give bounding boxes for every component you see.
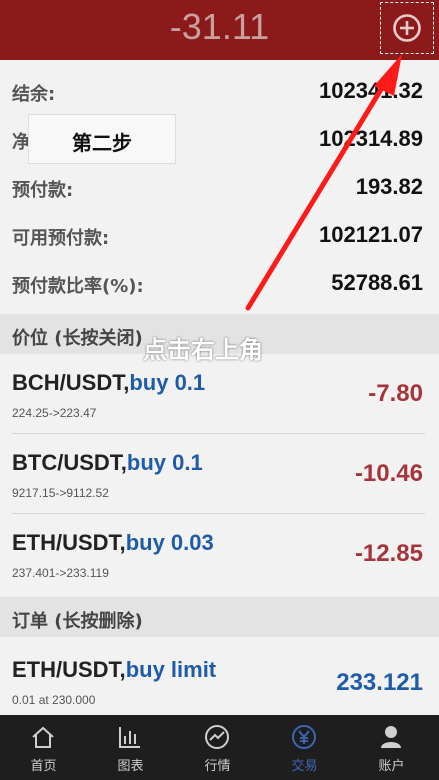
home-icon [29,723,57,751]
orders-section-header: 订单 (长按删除) [0,597,439,637]
header-bar: -31.11 [0,0,439,60]
orders-list: ETH/USDT,buy limit 0.01 at 230.000 233.1… [0,637,439,715]
position-pnl: -7.80 [368,380,423,407]
nav-item-chart[interactable]: 图表 [87,715,174,780]
position-pnl: -10.46 [354,460,423,487]
account-summary: 结余: 102341.32 净值: 102314.89 预付款: 193.82 … [0,60,439,314]
nav-label-account: 账户 [378,759,405,774]
order-item[interactable]: ETH/USDT,buy limit 0.01 at 230.000 233.1… [0,637,439,715]
yen-icon [290,723,318,751]
margin-value: 193.82 [355,174,423,199]
order-detail: 0.01 at 230.000 [12,693,96,707]
position-price-change: 224.25->223.47 [12,406,97,420]
floating-pnl-value: -31.11 [169,6,270,47]
margin-level-row: 预付款比率(%): 52788.61 [0,258,439,306]
balance-row: 结余: 102341.32 [0,66,439,114]
order-symbol: ETH/USDT, [12,657,126,682]
nav-label-trade: 交易 [291,759,318,774]
nav-item-account[interactable]: 账户 [348,715,435,780]
position-price-change: 9217.15->9112.52 [12,486,109,500]
step-annotation-box: 第二步 [28,114,176,164]
position-side: buy 0.1 [129,370,206,395]
positions-title: 价位 (长按关闭) [12,328,143,349]
position-price-change: 237.401->233.119 [12,566,109,580]
chart-icon [116,723,144,751]
position-symbol: ETH/USDT, [12,530,126,555]
free-margin-value: 102121.07 [319,222,423,247]
order-price: 233.121 [336,669,423,696]
plus-circle-icon [393,14,421,42]
balance-value: 102341.32 [319,78,423,103]
positions-list: BCH/USDT,buy 0.1 224.25->223.47 -7.80 BT… [0,354,439,596]
position-symbol: BCH/USDT, [12,370,130,395]
position-item[interactable]: BCH/USDT,buy 0.1 224.25->223.47 -7.80 [0,354,439,434]
nav-item-trade[interactable]: 交易 [261,715,348,780]
position-pnl: -12.85 [354,540,423,567]
nav-label-chart: 图表 [117,759,144,774]
instruction-text: 点击右上角 [143,336,263,364]
position-item[interactable]: BTC/USDT,buy 0.1 9217.15->9112.52 -10.46 [0,434,439,514]
position-item[interactable]: ETH/USDT,buy 0.03 237.401->233.119 -12.8… [0,514,439,594]
nav-label-market: 行情 [204,759,231,774]
margin-level-value: 52788.61 [331,270,423,295]
nav-label-home: 首页 [30,759,57,774]
free-margin-label: 可用预付款: [12,228,110,249]
position-symbol: BTC/USDT, [12,450,127,475]
margin-level-label: 预付款比率(%): [12,276,144,297]
step-label: 第二步 [72,131,132,155]
nav-item-market[interactable]: 行情 [174,715,261,780]
free-margin-row: 可用预付款: 102121.07 [0,210,439,258]
nav-item-home[interactable]: 首页 [0,715,87,780]
margin-row: 预付款: 193.82 [0,162,439,210]
position-side: buy 0.03 [125,530,214,555]
orders-title: 订单 (长按删除) [12,611,143,632]
user-icon [377,723,405,751]
add-order-button[interactable] [380,2,434,54]
position-side: buy 0.1 [126,450,203,475]
balance-label: 结余: [12,84,56,105]
trend-icon [203,723,231,751]
order-type: buy limit [125,657,217,682]
equity-value: 102314.89 [319,126,423,151]
margin-label: 预付款: [12,180,74,201]
bottom-nav: 首页 图表 行情 交易 账户 [0,715,439,780]
